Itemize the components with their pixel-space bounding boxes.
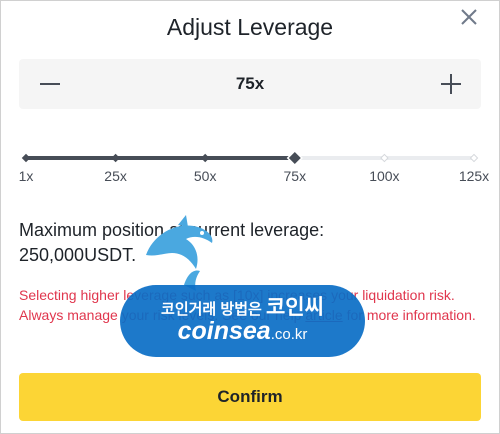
slider-mark-label[interactable]: 25x xyxy=(86,168,146,184)
slider-mark-label[interactable]: 100x xyxy=(354,168,414,184)
watermark-domain-tld: .co.kr xyxy=(270,326,308,343)
watermark-domain: coinsea.co.kr xyxy=(120,317,365,346)
slider-mark[interactable] xyxy=(21,153,31,163)
slider-mark[interactable] xyxy=(200,153,210,163)
confirm-button[interactable]: Confirm xyxy=(19,373,481,421)
slider-mark-label[interactable]: 1x xyxy=(0,168,56,184)
watermark-slogan-small: 코인거래 방법은 xyxy=(161,301,262,318)
leverage-slider[interactable] xyxy=(0,140,500,190)
leverage-value-input[interactable]: 75x xyxy=(179,59,321,109)
slider-mark-label[interactable]: 75x xyxy=(265,168,325,184)
close-icon[interactable] xyxy=(458,6,480,28)
slider-mark[interactable] xyxy=(111,153,120,163)
slider-handle[interactable] xyxy=(286,149,303,167)
dolphin-icon xyxy=(146,215,213,291)
watermark: 코인거래 방법은 코인씨 coinsea.co.kr xyxy=(120,215,365,365)
slider-mark-label[interactable]: 125x xyxy=(444,168,500,184)
slider-mark[interactable] xyxy=(380,153,389,163)
watermark-domain-name: coinsea xyxy=(177,317,271,345)
watermark-brand: 코인씨 xyxy=(265,296,324,319)
decrease-leverage-button[interactable] xyxy=(24,59,74,109)
increase-leverage-button[interactable] xyxy=(426,59,476,109)
dialog-title: Adjust Leverage xyxy=(166,14,334,40)
slider-mark-label[interactable]: 50x xyxy=(175,168,235,184)
leverage-stepper: 75x xyxy=(19,59,481,109)
slider-mark[interactable] xyxy=(469,153,479,163)
